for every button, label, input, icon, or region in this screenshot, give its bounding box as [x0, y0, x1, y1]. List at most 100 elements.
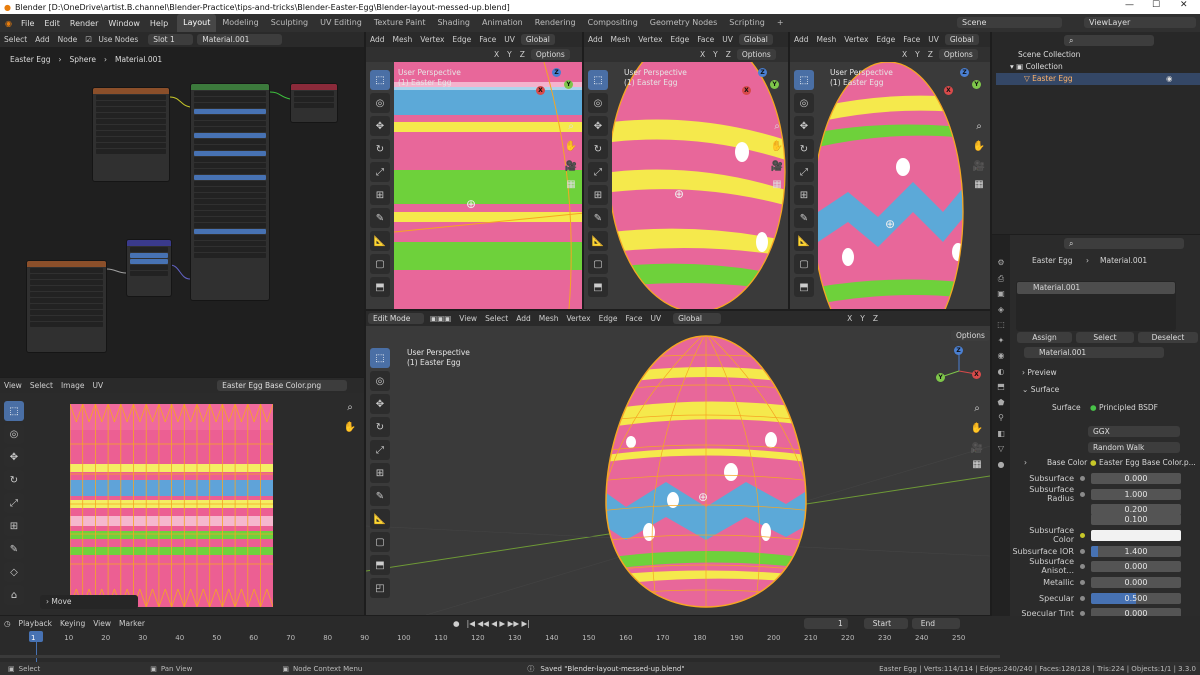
vp2-axis-z[interactable]: Z	[722, 50, 735, 59]
subsurface-method-selector[interactable]: Random Walk	[1088, 442, 1180, 453]
viewport-2[interactable]: ⬚ ◎ ✥ ↻ ⤢ ⊞ ✎ 📐 ▢ ⬒ User Perspective (1) Easter Egg…	[584, 62, 788, 309]
socket-icon[interactable]	[1080, 610, 1085, 616]
blender-menu-icon[interactable]: ◉	[0, 19, 16, 28]
zoom-icon[interactable]: ⌕	[972, 120, 986, 134]
maximize-icon[interactable]: ☐	[1152, 0, 1160, 10]
scale-tool-icon[interactable]: ⤢	[794, 162, 814, 182]
material-selector[interactable]: Material.001	[197, 34, 283, 45]
property-field[interactable]: 0.500	[1091, 592, 1181, 604]
add-cube-tool-icon[interactable]: ▢	[794, 254, 814, 274]
vp1-orientation[interactable]: Global	[520, 34, 555, 45]
vp-menu-add[interactable]: Add	[512, 314, 535, 323]
vp2-menu-4[interactable]: Face	[693, 35, 718, 44]
pan-hand-icon[interactable]: ✋	[770, 140, 784, 154]
vp1-menu-0[interactable]: Add	[366, 35, 389, 44]
image-menu-view[interactable]: View	[0, 381, 26, 390]
gizmo-z-icon[interactable]: Z	[954, 346, 963, 355]
vp-menu-edge[interactable]: Edge	[595, 314, 622, 323]
move-tool-icon[interactable]: ✥	[4, 447, 24, 467]
vp-menu-view[interactable]: View	[455, 314, 481, 323]
grid-view-icon[interactable]: ▦	[972, 178, 986, 192]
add-cube-tool-icon[interactable]: ▢	[370, 532, 390, 552]
rotate-tool-icon[interactable]: ↻	[370, 139, 390, 159]
distribution-selector[interactable]: GGX	[1088, 426, 1180, 437]
vp1-axis-x[interactable]: X	[490, 50, 503, 59]
viewport-3[interactable]: ⬚ ◎ ✥ ↻ ⤢ ⊞ ✎ 📐 ▢ ⬒ User Perspective (1) Easter Egg…	[790, 62, 990, 309]
add-cube-tool-icon[interactable]: ▢	[588, 254, 608, 274]
measure-tool-icon[interactable]: 📐	[588, 231, 608, 251]
annotate-tool-icon[interactable]: ✎	[588, 208, 608, 228]
property-field[interactable]: 1.000	[1091, 488, 1181, 500]
orientation-selector[interactable]: Global	[673, 313, 722, 324]
add-cube-tool-icon[interactable]: ▢	[370, 254, 390, 274]
annotate-tool-icon[interactable]: ✎	[370, 486, 390, 506]
node-editor-canvas[interactable]: Easter Egg › Sphere › Material.001	[0, 47, 364, 377]
measure-tool-icon[interactable]: 📐	[794, 231, 814, 251]
image-selector[interactable]: Easter Egg Base Color.png	[217, 380, 348, 391]
tab-sculpting[interactable]: Sculpting	[265, 14, 314, 32]
camera-icon[interactable]: 🎥	[564, 160, 578, 174]
material-slot-list[interactable]: Material.001	[1016, 281, 1176, 331]
timeline-menu-keying[interactable]: Keying	[56, 619, 89, 628]
extrude-tool-icon[interactable]: ⬒	[794, 277, 814, 297]
zoom-icon[interactable]: ⌕	[770, 120, 784, 134]
grid-view-icon[interactable]: ▦	[770, 178, 784, 192]
timeline-menu-view[interactable]: View	[89, 619, 115, 628]
measure-tool-icon[interactable]: 📐	[370, 231, 390, 251]
zoom-icon[interactable]: ⌕	[343, 401, 357, 415]
gizmo-z-icon[interactable]: Z	[960, 68, 969, 77]
cursor-tool-icon[interactable]: ◎	[4, 424, 24, 444]
move-tool-icon[interactable]: ✥	[588, 116, 608, 136]
tab-compositing[interactable]: Compositing	[582, 14, 644, 32]
image-menu-uv[interactable]: UV	[88, 381, 107, 390]
outliner-item-easter-egg[interactable]: ▽ Easter Egg ◉	[996, 73, 1200, 85]
pan-hand-icon[interactable]: ✋	[970, 422, 984, 436]
vp1-axis-y[interactable]: Y	[503, 50, 516, 59]
socket-icon[interactable]	[1080, 563, 1085, 569]
extrude-tool-icon[interactable]: ⬒	[588, 277, 608, 297]
properties-search-input[interactable]: ⌕	[1064, 238, 1184, 249]
property-field[interactable]: 0.000	[1091, 560, 1181, 572]
pan-hand-icon[interactable]: ✋	[564, 140, 578, 154]
select-box-tool-icon[interactable]: ⬚	[370, 348, 390, 368]
annotate-tool-icon[interactable]: ✎	[370, 208, 390, 228]
end-frame-field[interactable]: End 250	[911, 618, 960, 631]
rotate-tool-icon[interactable]: ↻	[794, 139, 814, 159]
vp3-menu-3[interactable]: Edge	[872, 35, 899, 44]
axis-x-toggle[interactable]: X	[843, 314, 856, 323]
playback-controls-icon[interactable]: ● |◀ ◀◀ ◀ ▶ ▶▶ ▶|	[449, 619, 534, 628]
vp3-menu-5[interactable]: UV	[924, 35, 943, 44]
camera-icon[interactable]: 🎥	[770, 160, 784, 174]
gizmo-y-icon[interactable]: Y	[972, 80, 981, 89]
vp3-menu-1[interactable]: Mesh	[813, 35, 841, 44]
tab-rendering[interactable]: Rendering	[529, 14, 582, 32]
gizmo-z-icon[interactable]: Z	[758, 68, 767, 77]
cursor-tool-icon[interactable]: ◎	[370, 371, 390, 391]
property-field[interactable]: 1.400	[1091, 545, 1181, 557]
viewport-1[interactable]: ⬚ ◎ ✥ ↻ ⤢ ⊞ ✎ 📐 ▢ ⬒ User Perspective (1) Easter Egg…	[366, 62, 582, 309]
transform-tool-icon[interactable]: ⊞	[588, 185, 608, 205]
camera-icon[interactable]: 🎥	[972, 160, 986, 174]
move-tool-icon[interactable]: ✥	[794, 116, 814, 136]
gizmo-y-icon[interactable]: Y	[936, 373, 945, 382]
inset-tool-icon[interactable]: ◰	[370, 578, 390, 598]
select-box-tool-icon[interactable]: ⬚	[588, 70, 608, 90]
close-icon[interactable]: ✕	[1180, 0, 1188, 10]
select-button[interactable]: Select	[1076, 332, 1134, 343]
viewport-2-gizmo[interactable]: ZX Y	[740, 68, 784, 112]
scale-tool-icon[interactable]: ⤢	[370, 162, 390, 182]
select-box-tool-icon[interactable]: ⬚	[370, 70, 390, 90]
scene-selector[interactable]: Scene	[957, 17, 1062, 28]
menu-window[interactable]: Window	[103, 19, 145, 28]
socket-icon[interactable]	[1080, 475, 1085, 481]
outliner-item-scene-collection[interactable]: Scene Collection	[1000, 50, 1080, 59]
tab-layout[interactable]: Layout	[177, 14, 217, 32]
select-mode-icons[interactable]: ▣▣▣	[426, 314, 455, 323]
annotate-tool-icon[interactable]: ✎	[794, 208, 814, 228]
slot-selector[interactable]: Slot 1	[148, 34, 194, 45]
property-field[interactable]: 0.100	[1091, 513, 1181, 525]
image-editor-canvas[interactable]: ⬚ ◎ ✥ ↻ ⤢ ⊞ ✎ ◇ ⌂ ⌕ ✋ › Move	[0, 393, 364, 615]
vp-menu-uv[interactable]: UV	[646, 314, 665, 323]
socket-icon[interactable]	[1080, 595, 1085, 601]
grab-tool-icon[interactable]: ⌂	[4, 585, 24, 605]
